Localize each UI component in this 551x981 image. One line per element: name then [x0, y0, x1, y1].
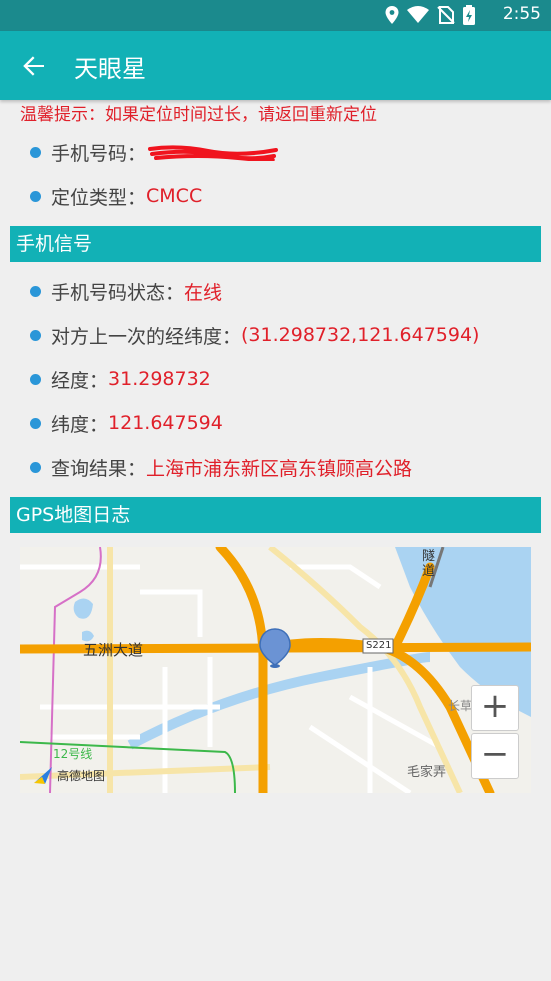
query-result-label: 查询结果：	[51, 457, 147, 480]
map-canvas[interactable]	[20, 547, 531, 793]
amap-logo-icon	[34, 767, 52, 784]
latitude-label: 纬度：	[51, 413, 109, 436]
section-header-gps: GPS地图日志	[10, 497, 541, 533]
map-label-tunnel: 隧道	[422, 549, 436, 579]
redaction-scribble	[148, 145, 279, 161]
map-brand-text: 高德地图	[57, 768, 106, 783]
no-sim-icon	[437, 6, 455, 24]
section-header-signal: 手机信号	[10, 226, 541, 262]
bullet-icon	[30, 417, 41, 429]
tip-text: 温馨提示：如果定位时间过长，请返回重新定位	[20, 105, 377, 125]
page-title: 天眼星	[74, 55, 146, 83]
map-label-s221: S221	[366, 640, 392, 651]
phone-row: 手机号码：	[30, 137, 279, 167]
battery-charging-icon	[463, 5, 475, 25]
map-label-village: 毛家弄	[407, 765, 447, 780]
minus-icon: −	[480, 734, 510, 774]
status-time: 2:55	[502, 4, 541, 24]
bullet-icon	[30, 329, 41, 341]
status-bar: 2:55	[0, 0, 551, 31]
bullet-icon	[30, 190, 41, 202]
longitude-label: 经度：	[51, 369, 109, 392]
location-type-value: CMCC	[146, 185, 203, 207]
last-coord-label: 对方上一次的经纬度：	[51, 325, 242, 348]
last-coord-value: (31.298732,121.647594)	[241, 324, 480, 346]
status-row: 手机号码状态： 在线	[30, 276, 222, 306]
location-icon	[385, 6, 399, 24]
bullet-icon	[30, 285, 41, 297]
status-icons	[385, 5, 475, 25]
app-bar: 天眼星	[0, 31, 551, 100]
location-type-row: 定位类型： CMCC	[30, 181, 202, 211]
map-brand: 高德地图	[32, 765, 105, 785]
zoom-in-button[interactable]: +	[471, 685, 519, 731]
latitude-row: 纬度： 121.647594	[30, 408, 223, 438]
longitude-value: 31.298732	[108, 368, 211, 390]
last-coord-row: 对方上一次的经纬度： (31.298732,121.647594)	[30, 320, 479, 350]
map-view[interactable]: 五洲大道 S221 隧道 12号线 毛家弄 长草陆 高德地图 + −	[20, 547, 531, 793]
query-result-row: 查询结果： 上海市浦东新区高东镇顾高公路	[30, 452, 412, 482]
zoom-out-button[interactable]: −	[471, 733, 519, 779]
latitude-value: 121.647594	[108, 412, 223, 434]
bullet-icon	[30, 146, 41, 158]
status-value: 在线	[184, 281, 223, 304]
query-result-value: 上海市浦东新区高东镇顾高公路	[146, 457, 413, 480]
plus-icon: +	[480, 686, 510, 726]
bullet-icon	[30, 461, 41, 473]
wifi-icon	[407, 6, 429, 23]
location-type-label: 定位类型：	[51, 186, 147, 209]
status-label: 手机号码状态：	[51, 281, 185, 304]
bullet-icon	[30, 373, 41, 385]
phone-label: 手机号码：	[51, 142, 147, 165]
longitude-row: 经度： 31.298732	[30, 364, 211, 394]
arrow-left-icon[interactable]	[20, 52, 48, 80]
map-label-metro: 12号线	[53, 747, 93, 761]
map-label-road-main: 五洲大道	[83, 641, 144, 659]
